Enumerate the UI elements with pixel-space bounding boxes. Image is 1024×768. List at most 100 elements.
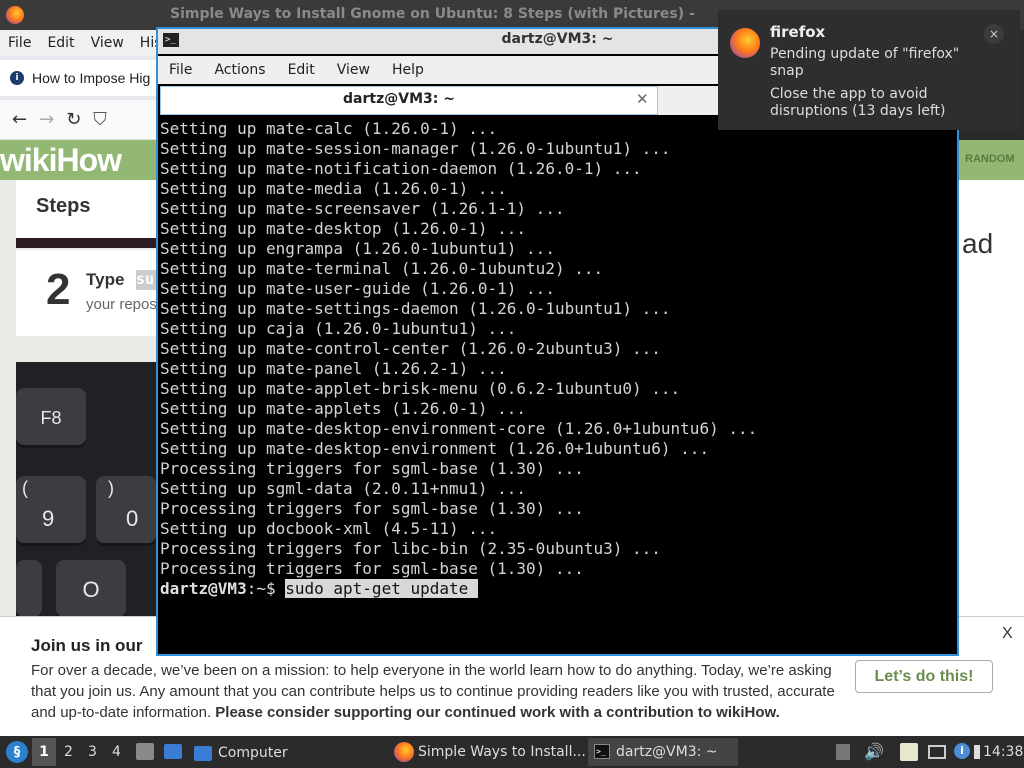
firefox-menu-file[interactable]: File	[0, 35, 39, 51]
firefox-icon	[730, 28, 760, 58]
step-card	[16, 250, 156, 336]
terminal-output-line: Setting up mate-desktop (1.26.0-1) ...	[160, 219, 527, 238]
tray-separator	[974, 745, 980, 759]
terminal-tabstrip	[658, 86, 718, 115]
start-menu-icon[interactable]: §	[6, 741, 28, 763]
taskbar-terminal-task[interactable]: >_ dartz@VM3: ~	[588, 738, 738, 766]
terminal-command: sudo apt-get update	[285, 579, 478, 598]
firefox-tab-title: How to Impose Hig	[32, 70, 151, 86]
notification-detail: Close the app to avoid disruptions (13 d…	[770, 86, 946, 119]
shield-icon[interactable]: ⛉	[93, 109, 107, 130]
network-icon[interactable]	[928, 745, 946, 759]
step-description: your repos	[86, 296, 156, 313]
terminal-output-line: Setting up sgml-data (2.0.11+nmu1) ...	[160, 479, 527, 498]
keyboard-key-shift-label: )	[108, 478, 114, 498]
workspace-4-button[interactable]: 4	[112, 744, 121, 760]
wikihow-logo[interactable]: wikiHow	[0, 142, 122, 179]
close-tab-icon[interactable]: ✕	[636, 90, 649, 108]
donate-button[interactable]: Let’s do this!	[855, 660, 993, 693]
updates-tray-icon[interactable]	[836, 744, 850, 760]
terminal-output-line: Processing triggers for sgml-base (1.30)…	[160, 459, 584, 478]
terminal-tab-label: dartz@VM3: ~	[343, 91, 455, 107]
firefox-window-title: Simple Ways to Install Gnome on Ubuntu: …	[170, 6, 695, 22]
wikihow-heading-fragment: ad	[962, 228, 994, 259]
clock[interactable]: 14:38	[983, 744, 1023, 760]
notification-message: Pending update of "firefox" snap	[770, 46, 960, 79]
forward-arrow-icon[interactable]: →	[39, 109, 54, 130]
terminal-output-line: Setting up caja (1.26.0-1ubuntu1) ...	[160, 319, 517, 338]
clipboard-icon[interactable]	[900, 743, 918, 761]
notification-close-button[interactable]: ×	[984, 24, 1004, 44]
workspace-1-button[interactable]: 1	[32, 738, 56, 766]
terminal-prompt-user: dartz@VM3	[160, 579, 247, 598]
terminal-output-line: Setting up mate-notification-daemon (1.2…	[160, 159, 642, 178]
terminal-output-line: Setting up engrampa (1.26.0-1ubuntu1) ..…	[160, 239, 555, 258]
keyboard-image: F8 ( 9 ) 0 O	[16, 362, 156, 616]
terminal-output-line: Setting up mate-panel (1.26.2-1) ...	[160, 359, 507, 378]
banner-title: Join us in our	[31, 636, 143, 655]
terminal-output-line: Setting up mate-control-center (1.26.0-2…	[160, 339, 661, 358]
firefox-menubar: File Edit View Hist	[0, 30, 167, 56]
terminal-menu-edit[interactable]: Edit	[277, 62, 326, 78]
wikihow-favicon-icon: i	[10, 71, 24, 85]
firefox-menu-view[interactable]: View	[83, 35, 132, 51]
terminal-output-line: Setting up mate-applets (1.26.0-1) ...	[160, 399, 527, 418]
terminal-prompt-path: :~$	[246, 579, 286, 598]
show-desktop-icon[interactable]	[164, 744, 182, 759]
reload-icon[interactable]: ↻	[66, 109, 81, 130]
terminal-output-line: Processing triggers for sgml-base (1.30)…	[160, 499, 584, 518]
firefox-navbar: ← → ↻ ⛉	[0, 100, 160, 140]
taskbar-firefox-task[interactable]: Simple Ways to Install...	[390, 738, 586, 766]
keyboard-key: ( 9	[16, 476, 86, 546]
terminal-output-line: Setting up docbook-xml (4.5-11) ...	[160, 519, 498, 538]
steps-heading: Steps	[36, 195, 91, 217]
back-arrow-icon[interactable]: ←	[12, 109, 27, 130]
terminal-menubar: File Actions Edit View Help	[158, 56, 718, 84]
banner-close-button[interactable]: X	[1002, 625, 1013, 643]
volume-icon[interactable]: 🔊	[864, 742, 884, 761]
workspace-3-button[interactable]: 3	[88, 744, 97, 760]
terminal-output-line: Setting up mate-screensaver (1.26.1-1) .…	[160, 199, 565, 218]
firefox-icon	[6, 6, 24, 24]
banner-text: For over a decade, we’ve been on a missi…	[31, 660, 843, 723]
terminal-output-line: Setting up mate-media (1.26.0-1) ...	[160, 179, 507, 198]
keyboard-key: O	[56, 560, 126, 616]
terminal-output-line: Setting up mate-desktop-environment (1.2…	[160, 439, 710, 458]
terminal-output-line: Setting up mate-settings-daemon (1.26.0-…	[160, 299, 671, 318]
banner-text-bold: Please consider supporting our continued…	[215, 704, 780, 721]
step-code-snippet: su	[136, 270, 156, 290]
taskbar-firefox-label: Simple Ways to Install...	[418, 744, 586, 760]
keyboard-key-shift-label: (	[22, 478, 28, 498]
step-heading: Type	[86, 270, 125, 289]
terminal-output-line: Setting up mate-applet-brisk-menu (0.6.2…	[160, 379, 681, 398]
keyboard-key: F8	[16, 388, 86, 448]
firefox-menu-edit[interactable]: Edit	[39, 35, 82, 51]
info-tray-icon[interactable]: i	[954, 743, 970, 759]
terminal-menu-actions[interactable]: Actions	[203, 62, 276, 78]
terminal-output-line: Processing triggers for libc-bin (2.35-0…	[160, 539, 661, 558]
taskbar-terminal-label: dartz@VM3: ~	[616, 744, 718, 760]
notification-app-name: firefox	[770, 23, 826, 41]
taskbar-computer-task[interactable]: Computer	[194, 740, 384, 766]
firefox-tab[interactable]: i How to Impose Hig	[0, 60, 160, 96]
wikihow-logo-text: wikiHow	[0, 142, 122, 178]
file-manager-icon[interactable]	[136, 743, 154, 760]
terminal-icon: >_	[594, 744, 610, 759]
keyboard-key-label: 9	[42, 506, 55, 531]
keyboard-key-label: 0	[126, 506, 139, 531]
terminal-menu-help[interactable]: Help	[381, 62, 435, 78]
workspace-2-button[interactable]: 2	[64, 744, 73, 760]
keyboard-key	[16, 560, 42, 616]
terminal-menu-file[interactable]: File	[158, 62, 203, 78]
terminal-output-line: Setting up mate-desktop-environment-core…	[160, 419, 758, 438]
terminal-output-line: Setting up mate-terminal (1.26.0-1ubuntu…	[160, 259, 604, 278]
terminal-output[interactable]: Setting up mate-calc (1.26.0-1) ... Setti…	[160, 119, 954, 652]
firefox-icon	[394, 742, 414, 762]
terminal-output-line: Setting up mate-user-guide (1.26.0-1) ..…	[160, 279, 555, 298]
terminal-output-line: Setting up mate-session-manager (1.26.0-…	[160, 139, 671, 158]
terminal-prompt-line[interactable]: dartz@VM3:~$ sudo apt-get update	[160, 579, 478, 599]
step-number: 2	[46, 265, 71, 314]
terminal-menu-view[interactable]: View	[326, 62, 381, 78]
taskbar-computer-label: Computer	[218, 745, 288, 761]
wikihow-random-link[interactable]: RANDOM	[965, 153, 1015, 165]
